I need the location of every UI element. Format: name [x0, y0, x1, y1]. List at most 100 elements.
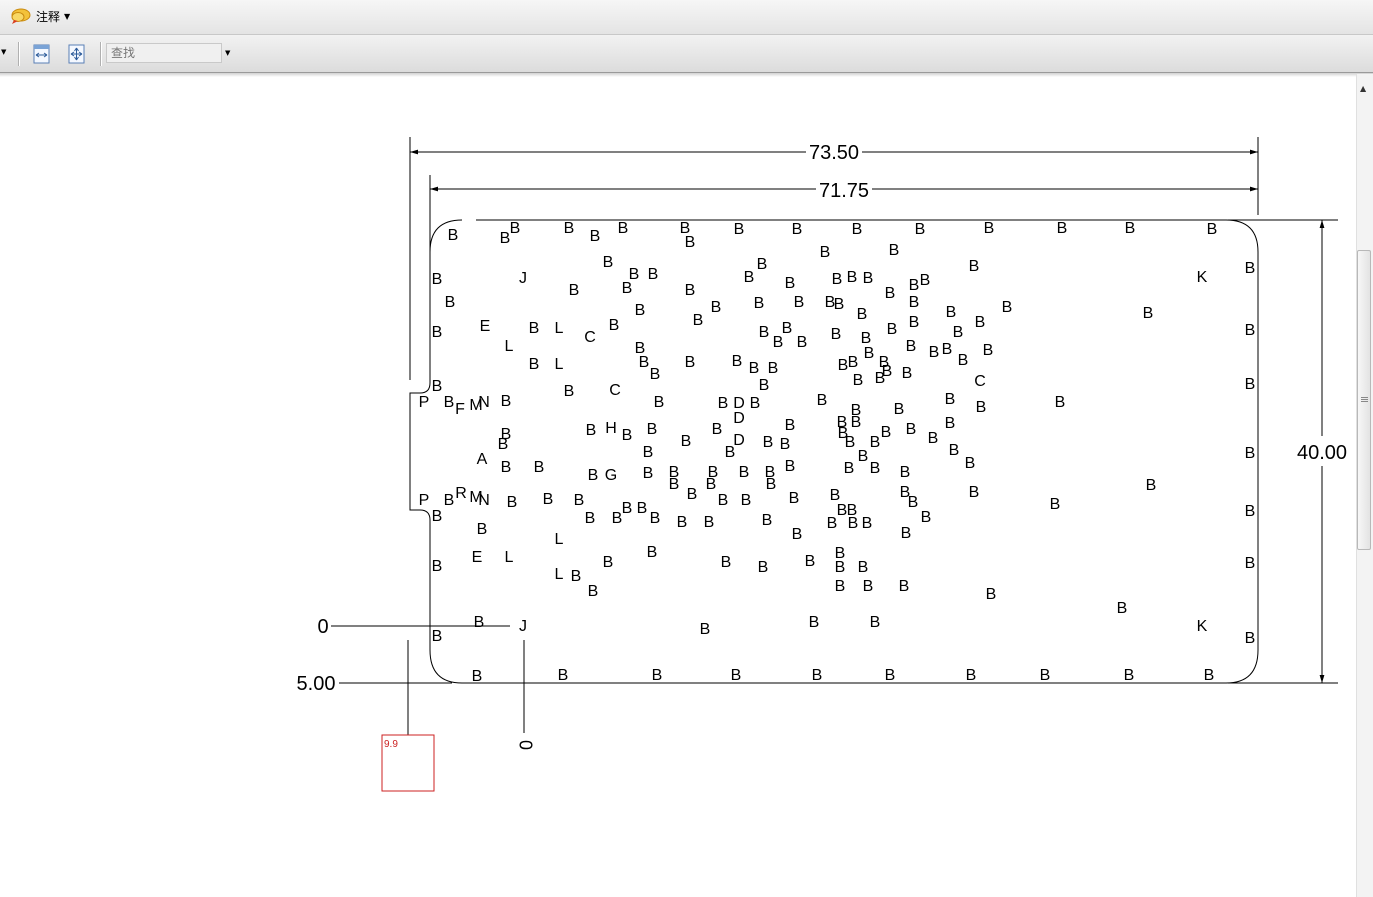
hole-letter: B [432, 378, 443, 395]
hole-letter: B [681, 433, 692, 450]
hole-letter: B [1245, 503, 1256, 520]
hole-letter: B [1040, 667, 1051, 684]
hole-letter: K [1197, 618, 1208, 635]
hole-letter: E [480, 318, 491, 335]
hole-letter: B [432, 558, 443, 575]
hole-letter: B [835, 559, 846, 576]
hole-letter: B [744, 269, 755, 286]
hole-letter: B [529, 320, 540, 337]
hole-letter: B [887, 321, 898, 338]
hole-letter: B [477, 521, 488, 538]
hole-letter: B [759, 377, 770, 394]
hole-letter: B [721, 554, 732, 571]
hole-letter: B [975, 314, 986, 331]
hole-letter: B [432, 324, 443, 341]
hole-letter: B [782, 320, 793, 337]
hole-letter: B [847, 269, 858, 286]
hole-letter: B [928, 430, 939, 447]
hole-letter: B [945, 415, 956, 432]
hole-letter: B [472, 668, 483, 685]
hole-letter: B [831, 326, 842, 343]
hole-letter: B [652, 667, 663, 684]
hole-letter: B [725, 444, 736, 461]
hole-letter: B [983, 342, 994, 359]
hole-letter: B [685, 282, 696, 299]
scroll-up-arrow-icon[interactable]: ▲ [1360, 84, 1366, 93]
hole-letters: B BB B B B BBB B B B B B B BB BB B BB JBB BB BB B B B BB B B KBB B… [419, 220, 1256, 685]
hole-letter: B [792, 221, 803, 238]
hole-letter: B [529, 356, 540, 373]
hole-letter: B [622, 427, 633, 444]
hole-letter: B [498, 436, 509, 453]
dimension-label: 71.75 [819, 180, 869, 202]
hole-letter: B [754, 295, 765, 312]
hole-letter: B [857, 306, 868, 323]
hole-letter: B [474, 614, 485, 631]
hole-letter: B [889, 242, 900, 259]
hole-letter: B [870, 460, 881, 477]
hole-letter: K [1197, 269, 1208, 286]
hole-letter: B [603, 554, 614, 571]
hole-letter: B [863, 578, 874, 595]
hole-letter: B [639, 354, 650, 371]
hole-letter: B [609, 317, 620, 334]
hole-letter: B [901, 525, 912, 542]
hole-letter: L [555, 566, 564, 583]
hole-letter: B [693, 312, 704, 329]
hole-letter: B [766, 476, 777, 493]
hole-letter: B [564, 220, 575, 237]
hole-letter: B [637, 500, 648, 517]
hole-letter: B [1125, 220, 1136, 237]
hole-letter: B [685, 234, 696, 251]
hole-letter: B [906, 338, 917, 355]
hole-letter: B [569, 282, 580, 299]
hole-letter: B [794, 294, 805, 311]
hole-letter: B [834, 296, 845, 313]
hole-letter: H [605, 420, 617, 437]
hole-letter: B [543, 491, 554, 508]
hole-letter: B [677, 514, 688, 531]
hole-letter: B [885, 285, 896, 302]
hole-letter: B [669, 476, 680, 493]
hole-letter: B [949, 442, 960, 459]
hole-letter: C [609, 382, 621, 399]
hole-letter: B [969, 258, 980, 275]
hole-letter: B [792, 526, 803, 543]
hole-letter: J [519, 270, 527, 287]
hole-letter: C [584, 329, 596, 346]
hole-letter: B [902, 365, 913, 382]
origin-y-label: 0 [317, 616, 328, 638]
hole-letter: L [555, 320, 564, 337]
hole-letter: B [805, 553, 816, 570]
hole-letter: B [647, 544, 658, 561]
hole-letter: B [1002, 299, 1013, 316]
hole-letter: B [863, 270, 874, 287]
hole-letter: B [852, 221, 863, 238]
hole-letter: B [647, 421, 658, 438]
marker-value: 9.9 [384, 739, 398, 750]
hole-letter: C [974, 373, 986, 390]
hole-letter: B [510, 220, 521, 237]
hole-letter: B [501, 393, 512, 410]
hole-letter: B [718, 492, 729, 509]
hole-letter: B [946, 304, 957, 321]
hole-letter: B [432, 508, 443, 525]
hole-letter: P [419, 394, 430, 411]
scrollbar-thumb[interactable] [1357, 250, 1371, 550]
hole-letter: G [605, 467, 617, 484]
hole-letter: B [969, 484, 980, 501]
hole-letter: E [472, 549, 483, 566]
hole-letter: B [848, 354, 859, 371]
hole-letter: B [870, 434, 881, 451]
hole-letter: B [739, 464, 750, 481]
hole-letter: B [571, 568, 582, 585]
hole-letter: B [906, 421, 917, 438]
hole-letter: B [780, 436, 791, 453]
dimension-overall-width: 73.50 [409, 137, 1259, 380]
marker-box[interactable]: 9.9 [381, 734, 435, 792]
hole-letter: L [505, 549, 514, 566]
hole-letter: B [1050, 496, 1061, 513]
hole-letter: B [820, 244, 831, 261]
hole-letter: B [797, 334, 808, 351]
hole-letter: D [733, 410, 745, 427]
